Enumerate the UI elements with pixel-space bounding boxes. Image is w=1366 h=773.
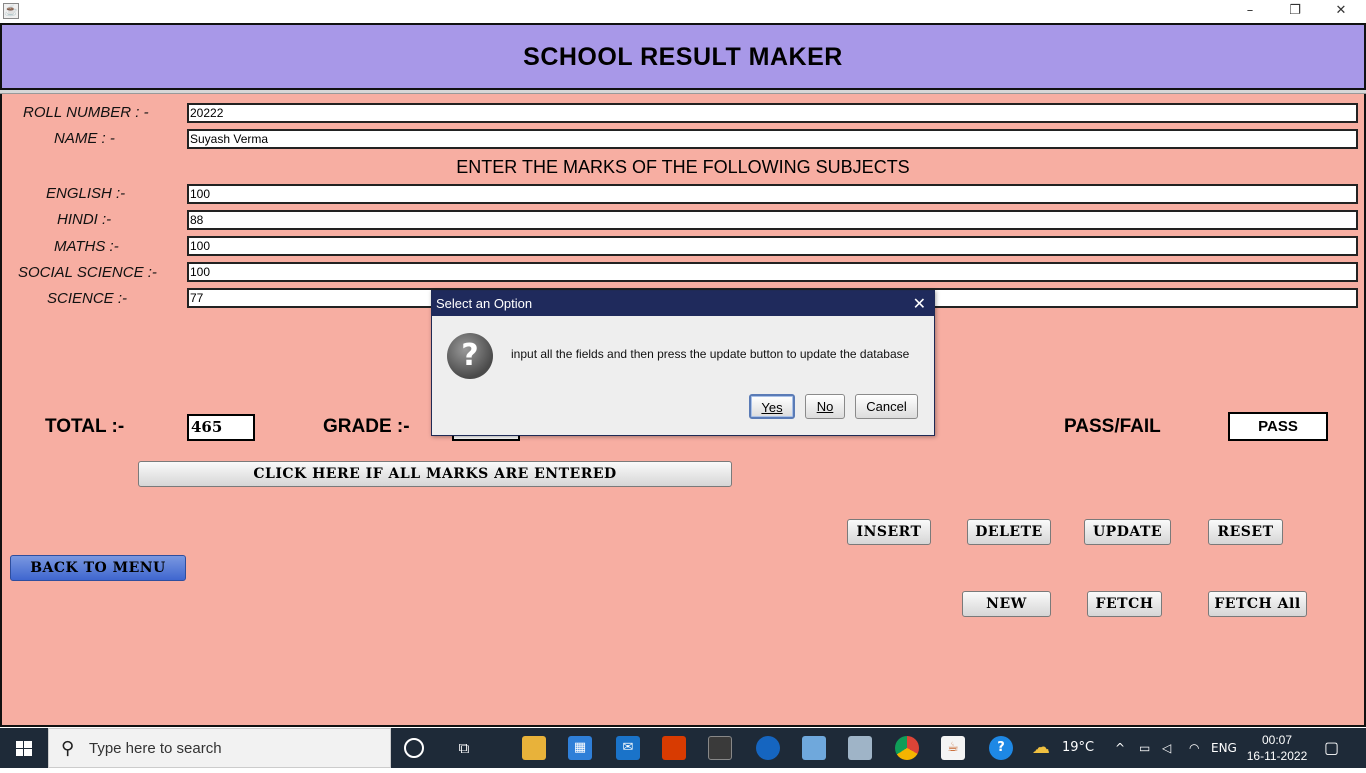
header-panel: SCHOOL RESULT MAKER: [0, 23, 1366, 90]
pass-fail-field[interactable]: PASS: [1228, 412, 1328, 441]
store-icon[interactable]: ▦: [568, 736, 592, 760]
fetch-all-button[interactable]: FETCH All: [1208, 591, 1307, 617]
no-button-label: No: [816, 399, 834, 414]
clock[interactable]: 00:07 16-11-2022: [1244, 732, 1310, 764]
java-taskbar-icon[interactable]: ☕: [941, 736, 965, 760]
name-field[interactable]: Suyash Verma: [187, 129, 1358, 149]
taskbar: ⚲ Type here to search ⧉ ▦ ✉ ☕ ? ☁ 19°C ^…: [0, 728, 1366, 768]
name-label: NAME : -: [54, 130, 115, 147]
cancel-button[interactable]: Cancel: [855, 394, 918, 419]
firefox-icon[interactable]: [756, 736, 780, 760]
reset-button[interactable]: RESET: [1208, 519, 1283, 545]
science-label: SCIENCE :-: [47, 290, 128, 307]
fetch-button[interactable]: FETCH: [1087, 591, 1162, 617]
chrome-icon[interactable]: [895, 736, 919, 760]
social-science-label: SOCIAL SCIENCE :-: [18, 264, 157, 281]
windows-icon: [16, 741, 32, 756]
search-icon: ⚲: [61, 738, 75, 759]
search-placeholder: Type here to search: [89, 740, 222, 757]
cortana-icon[interactable]: [404, 738, 424, 758]
roll-number-field[interactable]: 20222: [187, 103, 1358, 123]
yes-button-label: Yes: [761, 400, 783, 415]
mail-icon[interactable]: ✉: [616, 736, 640, 760]
volume-icon[interactable]: ◁: [1162, 728, 1171, 768]
maths-label: MATHS :-: [54, 238, 119, 255]
task-view-icon[interactable]: ⧉: [452, 736, 476, 760]
clock-date: 16-11-2022: [1246, 749, 1308, 763]
tray-chevron-icon[interactable]: ^: [1115, 728, 1125, 768]
dialog-message: input all the fields and then press the …: [511, 347, 910, 361]
taskbar-search[interactable]: ⚲ Type here to search: [48, 728, 391, 768]
language-indicator[interactable]: ENG: [1211, 728, 1237, 768]
hindi-field[interactable]: 88: [187, 210, 1358, 230]
grade-label: GRADE :-: [323, 416, 410, 437]
back-to-menu-button[interactable]: BACK TO MENU: [10, 555, 186, 581]
wifi-icon[interactable]: ◠: [1189, 728, 1199, 768]
window-titlebar: ☕ – ❐ ✕: [0, 0, 1366, 23]
dialog-close-icon[interactable]: ✕: [913, 291, 926, 316]
sql-icon[interactable]: [708, 736, 732, 760]
divider: [0, 90, 1366, 94]
total-label: TOTAL :-: [45, 416, 125, 437]
total-field[interactable]: 465: [187, 414, 255, 441]
weather-icon[interactable]: ☁: [1029, 736, 1053, 760]
weather-temp[interactable]: 19°C: [1062, 728, 1094, 768]
question-icon: ?: [447, 333, 493, 379]
virtualbox-icon[interactable]: [802, 736, 826, 760]
social-science-field[interactable]: 100: [187, 262, 1358, 282]
hindi-label: HINDI :-: [57, 211, 112, 228]
java-app-icon: ☕: [3, 3, 19, 19]
roll-number-label: ROLL NUMBER : -: [23, 104, 149, 121]
pass-fail-label: PASS/FAIL: [1064, 416, 1161, 437]
option-dialog: Select an Option ✕ ? input all the field…: [431, 290, 935, 436]
battery-icon[interactable]: ▭: [1139, 728, 1150, 768]
clock-time: 00:07: [1261, 733, 1293, 747]
minimize-button[interactable]: –: [1227, 0, 1273, 22]
new-button[interactable]: NEW: [962, 591, 1051, 617]
update-button[interactable]: UPDATE: [1084, 519, 1171, 545]
no-button[interactable]: No: [805, 394, 845, 419]
maths-field[interactable]: 100: [187, 236, 1358, 256]
calculate-button[interactable]: CLICK HERE IF ALL MARKS ARE ENTERED: [138, 461, 732, 487]
english-field[interactable]: 100: [187, 184, 1358, 204]
notification-icon[interactable]: ▢: [1324, 728, 1339, 768]
yes-button[interactable]: Yes: [749, 394, 795, 419]
insert-button[interactable]: INSERT: [847, 519, 931, 545]
help-icon[interactable]: ?: [989, 736, 1013, 760]
close-window-button[interactable]: ✕: [1318, 0, 1364, 22]
dialog-title: Select an Option: [432, 291, 934, 316]
delete-button[interactable]: DELETE: [967, 519, 1051, 545]
subjects-heading: ENTER THE MARKS OF THE FOLLOWING SUBJECT…: [456, 157, 910, 177]
restore-button[interactable]: ❐: [1272, 0, 1318, 22]
page-title: SCHOOL RESULT MAKER: [523, 43, 843, 71]
file-explorer-icon[interactable]: [522, 736, 546, 760]
start-button[interactable]: [0, 728, 48, 768]
monitor-app-icon[interactable]: [848, 736, 872, 760]
office-icon[interactable]: [662, 736, 686, 760]
english-label: ENGLISH :-: [46, 185, 126, 202]
